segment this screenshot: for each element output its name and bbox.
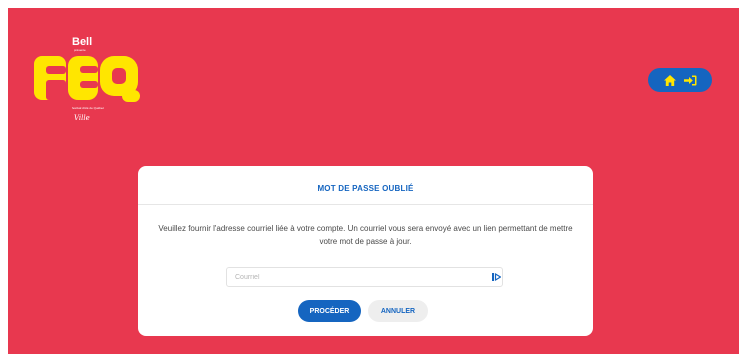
home-icon[interactable] <box>663 74 676 86</box>
page-background: Bell présente festival d'été de Québec V… <box>8 8 739 354</box>
feq-wordmark <box>34 56 140 102</box>
dialog-divider <box>138 204 593 205</box>
proceed-button[interactable]: PROCÉDER <box>298 300 361 322</box>
logo-tagline: festival d'été de Québec <box>72 106 105 110</box>
brand-script-logo: Ville <box>74 114 90 122</box>
dialog-title: MOT DE PASSE OUBLIÉ <box>317 184 414 193</box>
email-input[interactable] <box>227 273 490 281</box>
sponsor-subtitle: présente <box>74 48 86 52</box>
forgot-password-dialog: MOT DE PASSE OUBLIÉ Veuillez fournir l'a… <box>138 166 593 336</box>
id-card-icon <box>490 273 502 281</box>
nav-pill <box>648 68 712 92</box>
feq-logo[interactable]: Bell présente festival d'été de Québec V… <box>32 36 142 128</box>
dialog-message: Veuillez fournir l'adresse courriel liée… <box>158 224 573 246</box>
email-field[interactable] <box>226 267 503 287</box>
login-icon[interactable] <box>683 75 697 86</box>
cancel-button[interactable]: ANNULER <box>368 300 428 322</box>
sponsor-logo: Bell <box>72 36 93 48</box>
